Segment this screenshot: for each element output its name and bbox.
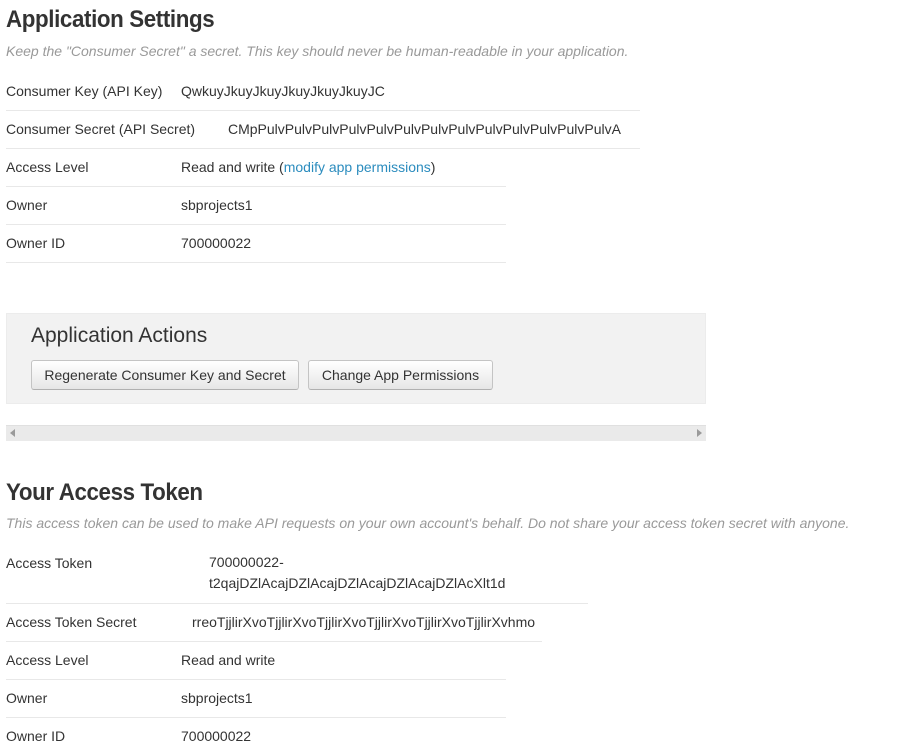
access-token-label: Access Token <box>6 555 93 571</box>
owner-row: Owner sbprojects1 <box>6 186 506 225</box>
owner-id-value: 700000022 <box>181 235 252 251</box>
token-access-level-row: Access Level Read and write <box>6 641 506 680</box>
horizontal-scrollbar[interactable] <box>6 425 706 441</box>
token-owner-id-row: Owner ID 700000022 <box>6 717 506 755</box>
token-owner-label: Owner <box>6 690 48 706</box>
token-owner-row: Owner sbprojects1 <box>6 679 506 718</box>
token-access-level-value: Read and write <box>181 652 276 668</box>
consumer-secret-label: Consumer Secret (API Secret) <box>6 121 196 137</box>
access-token-secret-value: rreoTjjlirXvoTjjlirXvoTjjlirXvoTjjlirXvo… <box>192 614 536 630</box>
app-settings-title: Application Settings <box>6 6 215 33</box>
token-owner-id-value: 700000022 <box>181 728 252 744</box>
access-token-value: 700000022- t2qajDZlAcajDZlAcajDZlAcajDZl… <box>209 552 505 594</box>
change-app-permissions-button[interactable]: Change App Permissions <box>308 360 493 390</box>
access-token-secret-label: Access Token Secret <box>6 614 137 630</box>
access-token-row: Access Token 700000022- t2qajDZlAcajDZlA… <box>6 544 588 604</box>
consumer-key-label: Consumer Key (API Key) <box>6 83 163 99</box>
consumer-secret-value: CMpPulvPulvPulvPulvPulvPulvPulvPulvPulvP… <box>228 121 621 137</box>
triangle-left-icon[interactable] <box>10 429 15 437</box>
application-actions-panel: Application Actions Regenerate Consumer … <box>6 313 706 404</box>
access-token-value-line2: t2qajDZlAcajDZlAcajDZlAcajDZlAcajDZlAcXl… <box>209 575 506 591</box>
access-token-secret-row: Access Token Secret rreoTjjlirXvoTjjlirX… <box>6 603 542 642</box>
app-settings-hint: Keep the "Consumer Secret" a secret. Thi… <box>6 43 629 59</box>
owner-label: Owner <box>6 197 48 213</box>
token-owner-value: sbprojects1 <box>181 690 253 706</box>
access-token-title: Your Access Token <box>6 479 203 506</box>
owner-value: sbprojects1 <box>181 197 253 213</box>
token-access-level-label: Access Level <box>6 652 89 668</box>
regenerate-consumer-key-button[interactable]: Regenerate Consumer Key and Secret <box>31 360 299 390</box>
owner-id-row: Owner ID 700000022 <box>6 224 506 263</box>
access-token-hint: This access token can be used to make AP… <box>6 515 850 531</box>
paren-close: ) <box>430 159 436 175</box>
token-owner-id-label: Owner ID <box>6 728 66 744</box>
consumer-key-row: Consumer Key (API Key) QwkuyJkuyJkuyJkuy… <box>6 72 640 111</box>
consumer-secret-row: Consumer Secret (API Secret) CMpPulvPulv… <box>6 110 640 149</box>
paren-open: ( <box>275 159 284 175</box>
access-level-value: Read and write <box>181 159 276 175</box>
triangle-right-icon[interactable] <box>697 429 702 437</box>
access-level-value-group: Read and write (modify app permissions) <box>181 159 435 175</box>
consumer-key-value: QwkuyJkuyJkuyJkuyJkuyJkuyJC <box>181 83 385 99</box>
access-token-value-line1: 700000022- <box>209 554 284 570</box>
application-actions-title: Application Actions <box>31 324 208 347</box>
modify-app-permissions-link[interactable]: modify app permissions <box>284 159 431 175</box>
access-level-label: Access Level <box>6 159 89 175</box>
owner-id-label: Owner ID <box>6 235 66 251</box>
access-level-row: Access Level Read and write (modify app … <box>6 148 506 187</box>
